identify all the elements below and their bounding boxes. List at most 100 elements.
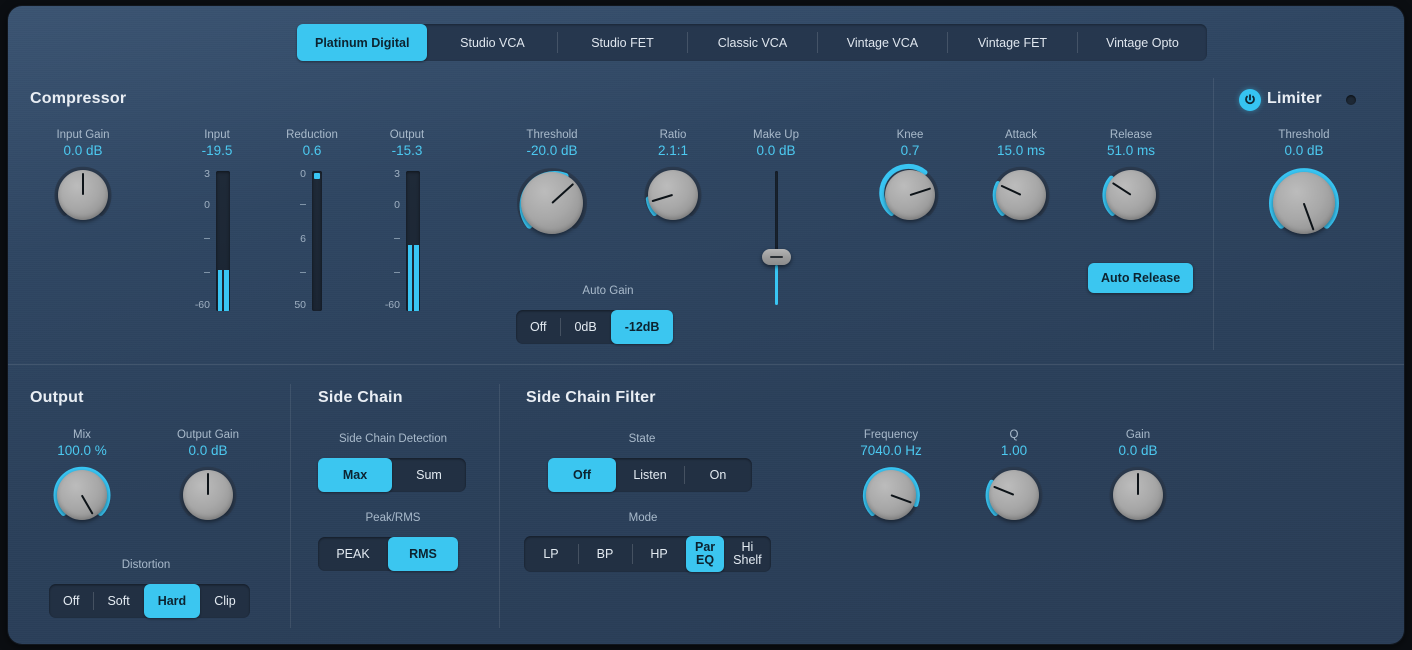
distortion-option-hard[interactable]: Hard xyxy=(144,584,200,618)
tab-vintage-vca[interactable]: Vintage VCA xyxy=(817,24,947,61)
side-chain-detection-option-sum[interactable]: Sum xyxy=(392,458,466,492)
distortion-option-off[interactable]: Off xyxy=(49,584,93,618)
distortion-option-label: Clip xyxy=(214,595,236,608)
attack-knob[interactable] xyxy=(989,163,1053,227)
sidechain-filter-divider xyxy=(499,384,500,628)
distortion-segmented[interactable]: Off Soft Hard Clip xyxy=(49,584,250,618)
input-meter-tick: · xyxy=(197,233,211,245)
make-up-param: Make Up 0.0 dB xyxy=(726,128,826,159)
peak-rms-segmented[interactable]: PEAK RMS xyxy=(318,537,458,571)
auto-gain-option-label: 0dB xyxy=(574,321,596,334)
reduction-meter-tick: 0 xyxy=(300,168,306,180)
mix-knob[interactable] xyxy=(50,463,114,527)
threshold-label: Threshold xyxy=(496,128,608,142)
input-meter-tick: -60 xyxy=(195,299,210,311)
tab-studio-fet[interactable]: Studio FET xyxy=(557,24,687,61)
auto-gain-option-label: Off xyxy=(530,321,546,334)
filter-mode-segmented[interactable]: LP BP HP ParEQ HiShelf xyxy=(524,536,771,572)
filter-gain-param: Gain 0.0 dB xyxy=(1083,428,1193,527)
filter-mode-option-par-eq[interactable]: ParEQ xyxy=(686,536,724,572)
input-meter-label: Input xyxy=(178,128,256,142)
make-up-slider[interactable] xyxy=(752,171,800,305)
input-meter: 3 0 · · -60 xyxy=(170,171,256,311)
auto-gain-label: Auto Gain xyxy=(536,285,680,297)
section-divider-horizontal xyxy=(8,364,1404,365)
filter-mode-option-hp[interactable]: HP xyxy=(632,536,686,572)
output-meter-tick: -60 xyxy=(385,299,400,311)
auto-gain-segmented[interactable]: Off 0dB -12dB xyxy=(516,310,673,344)
peak-rms-option-rms[interactable]: RMS xyxy=(388,537,458,571)
filter-mode-option-label: BP xyxy=(597,548,614,561)
auto-gain-option-0db[interactable]: 0dB xyxy=(560,310,610,344)
knee-knob[interactable] xyxy=(878,163,942,227)
side-chain-detection-option-max[interactable]: Max xyxy=(318,458,392,492)
filter-mode-option-hi-shelf[interactable]: HiShelf xyxy=(724,536,771,572)
make-up-value: 0.0 dB xyxy=(726,142,826,159)
filter-mode-option-label-line2: EQ xyxy=(696,554,714,567)
attack-value: 15.0 ms xyxy=(966,142,1076,159)
tab-classic-vca[interactable]: Classic VCA xyxy=(687,24,817,61)
peak-rms-option-peak[interactable]: PEAK xyxy=(318,537,388,571)
filter-mode-option-label: LP xyxy=(543,548,558,561)
output-gain-param: Output Gain 0.0 dB xyxy=(154,428,262,527)
auto-release-button[interactable]: Auto Release xyxy=(1088,263,1193,293)
limiter-threshold-knob[interactable] xyxy=(1264,163,1344,243)
tab-label: Classic VCA xyxy=(718,36,787,50)
side-chain-filter-section-title: Side Chain Filter xyxy=(526,389,656,407)
tab-label: Platinum Digital xyxy=(315,36,409,50)
filter-state-label: State xyxy=(602,433,682,445)
auto-gain-option-minus12db[interactable]: -12dB xyxy=(611,310,674,344)
filter-mode-option-label: HP xyxy=(650,548,667,561)
frequency-knob[interactable] xyxy=(859,463,923,527)
limiter-divider xyxy=(1213,78,1214,350)
output-meter-tick: · xyxy=(387,267,401,279)
tab-vintage-opto[interactable]: Vintage Opto xyxy=(1077,24,1207,61)
filter-state-segmented[interactable]: Off Listen On xyxy=(548,458,752,492)
tab-vintage-fet[interactable]: Vintage FET xyxy=(947,24,1077,61)
side-chain-detection-segmented[interactable]: Max Sum xyxy=(318,458,466,492)
reduction-meter-indicator xyxy=(314,173,320,179)
filter-mode-option-bp[interactable]: BP xyxy=(578,536,632,572)
q-knob[interactable] xyxy=(982,463,1046,527)
tab-platinum-digital[interactable]: Platinum Digital xyxy=(297,24,427,61)
distortion-option-clip[interactable]: Clip xyxy=(200,584,250,618)
make-up-slider-handle[interactable] xyxy=(762,249,791,265)
filter-state-option-off[interactable]: Off xyxy=(548,458,616,492)
filter-state-option-listen[interactable]: Listen xyxy=(616,458,684,492)
input-gain-knob[interactable] xyxy=(51,163,115,227)
tab-studio-vca[interactable]: Studio VCA xyxy=(427,24,557,61)
release-knob[interactable] xyxy=(1099,163,1163,227)
reduction-meter-tick: 6 xyxy=(300,233,306,245)
compressor-plugin-window: Platinum Digital Studio VCA Studio FET C… xyxy=(8,6,1404,644)
output-section-title: Output xyxy=(30,389,84,407)
side-chain-section-title: Side Chain xyxy=(318,389,403,407)
limiter-led-indicator xyxy=(1346,95,1356,105)
knee-label: Knee xyxy=(855,128,965,142)
input-gain-label: Input Gain xyxy=(28,128,138,142)
filter-mode-label: Mode xyxy=(605,512,681,524)
filter-state-option-on[interactable]: On xyxy=(684,458,752,492)
reduction-meter-tick: · xyxy=(293,199,307,211)
distortion-option-soft[interactable]: Soft xyxy=(93,584,143,618)
limiter-power-button[interactable] xyxy=(1239,89,1261,111)
threshold-knob[interactable] xyxy=(512,163,592,243)
ratio-knob[interactable] xyxy=(641,163,705,227)
frequency-label: Frequency xyxy=(835,428,947,442)
filter-mode-option-lp[interactable]: LP xyxy=(524,536,578,572)
q-label: Q xyxy=(959,428,1069,442)
auto-gain-option-label: -12dB xyxy=(625,321,660,334)
compressor-model-tabs[interactable]: Platinum Digital Studio VCA Studio FET C… xyxy=(297,24,1207,61)
filter-gain-knob[interactable] xyxy=(1106,463,1170,527)
filter-state-option-label: On xyxy=(710,469,727,482)
limiter-section-title: Limiter xyxy=(1267,90,1322,108)
auto-gain-option-off[interactable]: Off xyxy=(516,310,560,344)
frequency-value: 7040.0 Hz xyxy=(835,442,947,459)
output-meter-tick: · xyxy=(387,233,401,245)
input-meter-fill-left xyxy=(218,270,223,311)
distortion-option-label: Hard xyxy=(158,595,186,608)
output-gain-knob[interactable] xyxy=(176,463,240,527)
make-up-slider-track-upper xyxy=(775,171,778,257)
side-chain-detection-option-label: Max xyxy=(343,469,367,482)
output-meter-fill-right xyxy=(414,245,419,311)
distortion-option-label: Off xyxy=(63,595,79,608)
